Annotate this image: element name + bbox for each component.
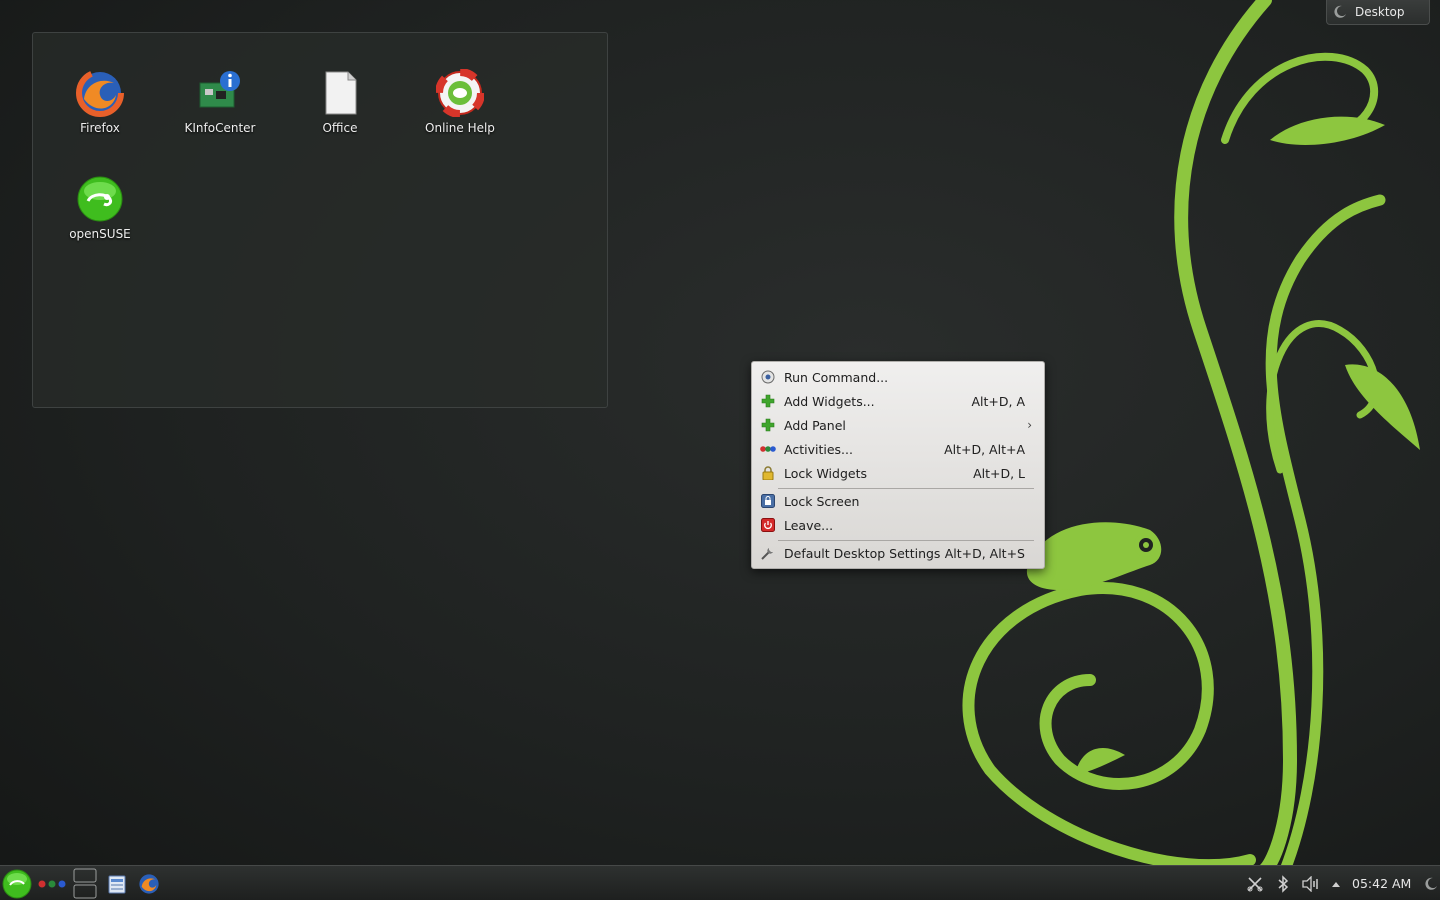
taskbar-panel: 05:42 AM [0, 865, 1440, 900]
file-manager-icon [108, 875, 126, 893]
taskbar-file-manager-button[interactable] [104, 866, 130, 900]
taskbar-firefox-button[interactable] [136, 866, 162, 900]
lock-screen-icon [760, 493, 776, 509]
digital-clock[interactable]: 05:42 AM [1352, 876, 1411, 891]
menu-item-label: Add Panel [784, 417, 846, 433]
menu-item-add-panel[interactable]: Add Panel › [756, 414, 1040, 436]
toolbox-label: Desktop [1355, 5, 1405, 19]
volume-tray-button[interactable] [1300, 866, 1322, 900]
volume-icon [1302, 875, 1318, 892]
menu-item-default-desktop-settings[interactable]: Default Desktop Settings Alt+D, Alt+S [756, 542, 1040, 564]
menu-item-shortcut: Alt+D, Alt+A [944, 441, 1025, 457]
desktop-icon-label: openSUSE [69, 227, 131, 241]
virtual-desktop-pager[interactable] [72, 866, 98, 900]
menu-item-label: Lock Widgets [784, 465, 868, 481]
firefox-icon [76, 69, 124, 117]
desktop-icon-office[interactable]: Office [285, 69, 395, 135]
bluetooth-tray-button[interactable] [1272, 866, 1294, 900]
system-tray-expand-button[interactable] [1328, 866, 1344, 900]
menu-item-add-widgets[interactable]: Add Widgets... Alt+D, A [756, 390, 1040, 412]
desktop-context-menu: Run Command... Add Widgets... Alt+D, A A… [751, 361, 1045, 569]
menu-item-label: Lock Screen [784, 493, 860, 509]
desktop-icon-online-help[interactable]: Online Help [405, 69, 515, 135]
chevron-up-icon [1332, 881, 1340, 887]
menu-item-label: Leave... [784, 517, 834, 533]
application-launcher-button[interactable] [0, 866, 34, 900]
help-lifebuoy-icon [436, 69, 484, 117]
folder-view-widget[interactable]: Firefox KInfoCenter Office Online Help o… [32, 32, 608, 408]
network-tray-button[interactable] [1244, 866, 1266, 900]
add-icon [760, 393, 776, 409]
cashew-moon-icon [1334, 5, 1346, 18]
menu-item-leave[interactable]: Leave... [756, 514, 1040, 536]
office-document-icon [325, 71, 357, 115]
desktop-icon-label: KInfoCenter [184, 121, 256, 135]
panel-toolbox-button[interactable] [1422, 866, 1440, 900]
settings-tools-icon [760, 545, 776, 561]
opensuse-icon [77, 176, 123, 222]
menu-item-shortcut: Alt+D, Alt+S [944, 545, 1025, 561]
activities-icon [760, 441, 776, 457]
network-disconnected-icon [1247, 876, 1263, 891]
menu-item-label: Activities... [784, 441, 853, 457]
desktop-icon-label: Office [322, 121, 358, 135]
cashew-moon-icon [1425, 877, 1437, 890]
desktop-icon-kinfocenter[interactable]: KInfoCenter [165, 69, 275, 135]
run-command-icon [760, 369, 776, 385]
leave-icon [760, 517, 776, 533]
bluetooth-icon [1278, 874, 1289, 893]
activities-icon [38, 880, 66, 887]
desktop-toolbox-button[interactable]: Desktop [1326, 0, 1430, 25]
activity-manager-button[interactable] [36, 866, 68, 900]
menu-item-lock-screen[interactable]: Lock Screen [756, 490, 1040, 512]
menu-item-shortcut: Alt+D, L [973, 465, 1025, 481]
menu-item-run-command[interactable]: Run Command... [756, 366, 1040, 388]
kinfocenter-icon [199, 71, 240, 108]
menu-item-shortcut: Alt+D, A [971, 393, 1025, 409]
menu-item-lock-widgets[interactable]: Lock Widgets Alt+D, L [756, 462, 1040, 484]
firefox-icon [139, 873, 159, 894]
menu-item-label: Run Command... [784, 369, 889, 385]
menu-item-activities[interactable]: Activities... Alt+D, Alt+A [756, 438, 1040, 460]
desktop-icon-firefox[interactable]: Firefox [45, 69, 155, 135]
menu-separator [778, 488, 1034, 489]
menu-item-label: Add Widgets... [784, 393, 875, 409]
add-icon [760, 417, 776, 433]
desktop-icon-opensuse[interactable]: openSUSE [45, 175, 155, 241]
opensuse-launcher-icon [2, 869, 32, 898]
menu-item-label: Default Desktop Settings [784, 545, 941, 561]
desktop-icon-label: Online Help [425, 121, 495, 135]
menu-separator [778, 540, 1034, 541]
lock-icon [760, 465, 776, 481]
desktop-icon-label: Firefox [80, 121, 120, 135]
submenu-arrow-icon: › [1027, 418, 1032, 432]
pager-icon [73, 868, 97, 898]
